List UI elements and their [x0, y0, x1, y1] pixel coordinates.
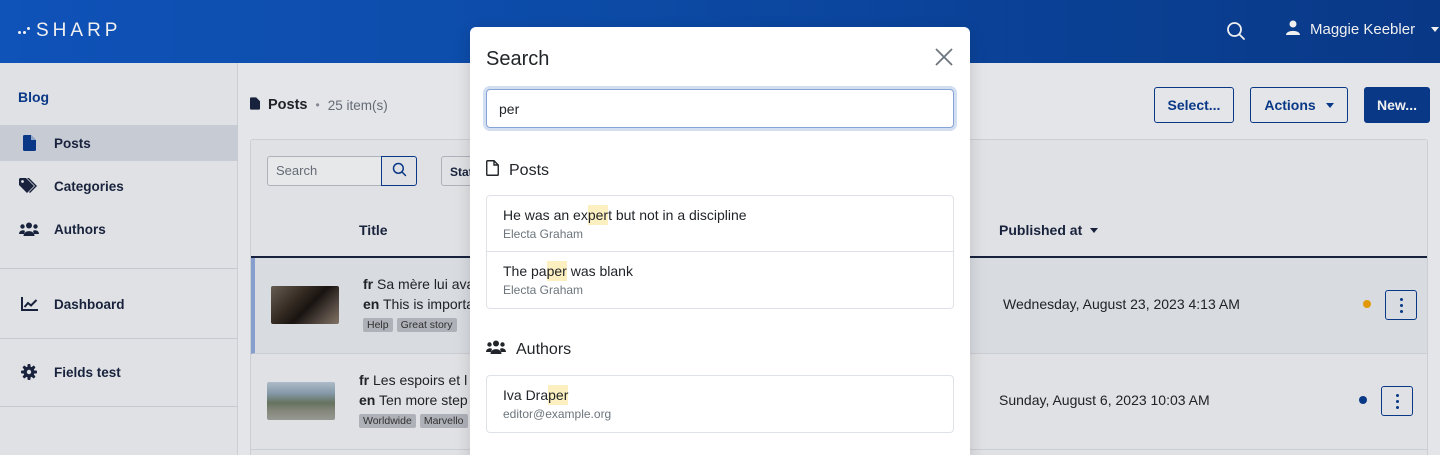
modal-title: Search — [486, 48, 550, 70]
result-subtitle: editor@example.org — [503, 407, 612, 421]
result-subtitle: Electa Graham — [503, 227, 584, 241]
search-input[interactable] — [486, 89, 954, 128]
result-title: Iva Draper — [503, 385, 569, 405]
result-title: He was an expert but not in a discipline — [503, 205, 747, 225]
file-icon — [486, 160, 499, 181]
authors-results: Iva Draper editor@example.org — [486, 375, 954, 433]
posts-results: He was an expert but not in a discipline… — [486, 195, 954, 309]
result-subtitle: Electa Graham — [503, 283, 584, 297]
search-result-item[interactable]: The paper was blank Electa Graham — [487, 252, 953, 308]
close-icon[interactable] — [934, 47, 956, 69]
users-icon — [486, 340, 506, 359]
authors-section-heading: Authors — [486, 340, 571, 359]
search-result-item[interactable]: He was an expert but not in a discipline… — [487, 196, 953, 252]
section-label: Posts — [509, 161, 550, 179]
result-title: The paper was blank — [503, 261, 633, 281]
search-modal: Search Posts He was an expert but not in… — [470, 27, 970, 455]
posts-section-heading: Posts — [486, 160, 549, 181]
section-label: Authors — [516, 340, 572, 358]
search-result-item[interactable]: Iva Draper editor@example.org — [487, 376, 953, 432]
